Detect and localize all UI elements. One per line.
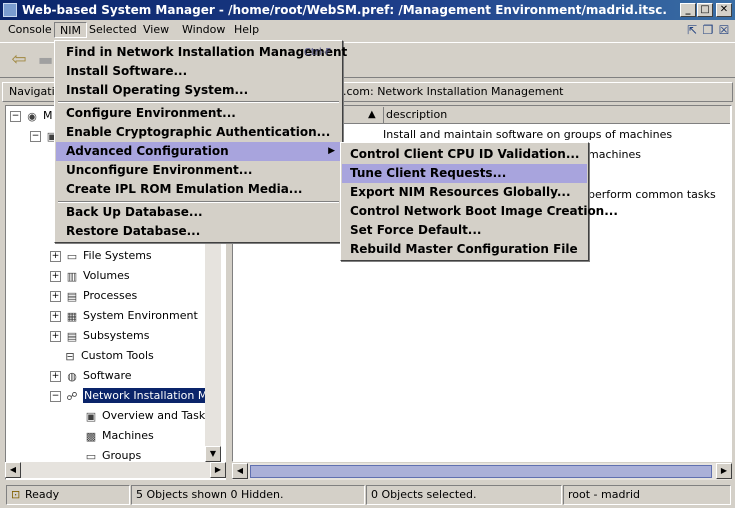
scroll-right-icon[interactable]: ▶ <box>210 462 226 478</box>
tree-item-network-installation-management[interactable]: −☍Network Installation Management <box>50 386 206 406</box>
menu-item-advanced-configuration[interactable]: Advanced Configuration ▶ <box>56 142 341 161</box>
submenu-item-control-network-boot-image-creation[interactable]: Control Network Boot Image Creation... <box>342 202 618 221</box>
toolbox-icon: ⊟ <box>65 349 75 363</box>
machines-icon: ▩ <box>85 429 97 443</box>
status-objects-shown: 5 Objects shown 0 Hidden. <box>131 485 365 505</box>
expand-toggle-icon[interactable]: + <box>50 270 61 282</box>
scroll-left-icon[interactable]: ◀ <box>232 463 248 479</box>
expand-toggle-icon[interactable]: + <box>50 330 61 342</box>
menu-item-unconfigure-environment[interactable]: Unconfigure Environment... <box>56 161 341 180</box>
restore-icon[interactable]: ❐ <box>700 22 716 38</box>
menu-bar: Console NIM Selected View Window Help <box>0 20 735 40</box>
folder-icon: ▭ <box>66 249 78 263</box>
submenu-item-export-nim-resources-globally[interactable]: Export NIM Resources Globally... <box>342 183 587 202</box>
system-environment-icon: ▦ <box>66 309 78 323</box>
maximize-button[interactable]: □ <box>697 3 713 17</box>
tree-item-groups[interactable]: ▭ Groups <box>84 446 141 462</box>
scroll-thumb[interactable] <box>250 465 712 478</box>
scroll-down-icon[interactable]: ▼ <box>205 446 221 462</box>
submenu-item-rebuild-master-configuration-file[interactable]: Rebuild Master Configuration File <box>342 240 587 259</box>
tree-item-system-environment[interactable]: + ▦ System Environment <box>50 306 198 326</box>
content-header: .com: Network Installation Management <box>340 82 733 102</box>
menu-selected[interactable]: Selected <box>84 22 142 38</box>
tree-item-software[interactable]: + ◍ Software <box>50 366 132 386</box>
menu-item-install-operating-system[interactable]: Install Operating System... <box>56 81 341 100</box>
expand-toggle-icon[interactable]: + <box>50 250 61 262</box>
submenu-item-set-force-default[interactable]: Set Force Default... <box>342 221 587 240</box>
menu-separator <box>58 101 339 103</box>
menu-item-restore-database[interactable]: Restore Database... <box>56 222 341 241</box>
management-environment-icon: ◉ <box>27 109 37 123</box>
app-icon <box>3 3 17 17</box>
network-icon: ☍ <box>66 389 78 403</box>
software-globe-icon: ◍ <box>67 369 77 383</box>
menu-item-install-software[interactable]: Install Software... <box>56 62 341 81</box>
tree-item-subsystems[interactable]: + ▤ Subsystems <box>50 326 149 346</box>
list-item[interactable]: machines <box>588 147 641 163</box>
status-objects-selected: 0 Objects selected. <box>366 485 562 505</box>
menu-item-configure-environment[interactable]: Configure Environment... <box>56 104 341 123</box>
sort-ascending-icon[interactable]: ▲ <box>368 108 380 122</box>
detach-icon[interactable]: ⇱ <box>684 22 700 38</box>
tree-horizontal-scrollbar[interactable]: ◀ ▶ <box>5 462 226 478</box>
tree-item-volumes[interactable]: + ▥ Volumes <box>50 266 130 286</box>
processes-icon: ▤ <box>66 289 78 303</box>
submenu-arrow-icon: ▶ <box>328 146 335 156</box>
subsystems-icon: ▤ <box>66 329 78 343</box>
menu-window[interactable]: Window <box>177 22 230 38</box>
window-title: Web-based System Manager - /home/root/We… <box>22 3 667 17</box>
close-pane-icon[interactable]: ☒ <box>716 22 732 38</box>
list-item[interactable]: Install and maintain software on groups … <box>383 127 672 143</box>
submenu-item-tune-client-requests[interactable]: Tune Client Requests... <box>342 164 587 183</box>
column-header-description[interactable]: description <box>383 107 723 123</box>
collapse-toggle-icon[interactable]: − <box>30 130 41 142</box>
volumes-icon: ▥ <box>66 269 78 283</box>
tree-item-custom-tools[interactable]: ⊟ Custom Tools <box>63 346 153 366</box>
collapse-toggle-icon[interactable]: − <box>50 390 61 402</box>
menu-nim[interactable]: NIM <box>54 22 87 38</box>
minimize-button[interactable]: _ <box>680 3 696 17</box>
menu-item-enable-cryptographic-authentication[interactable]: Enable Cryptographic Authentication... <box>56 123 341 142</box>
tree-item-overview-and-tasks[interactable]: ▣ Overview and Tasks <box>84 406 211 426</box>
lock-icon: ⊡ <box>11 488 21 501</box>
menu-item-create-ipl-rom-emulation-media[interactable]: Create IPL ROM Emulation Media... <box>56 180 341 199</box>
tree-item-file-systems[interactable]: + ▭ File Systems <box>50 246 152 266</box>
overview-icon: ▣ <box>85 409 97 423</box>
menu-view[interactable]: View <box>138 22 174 38</box>
folder-icon: ▭ <box>85 449 97 463</box>
title-bar: Web-based System Manager - /home/root/We… <box>0 0 735 20</box>
menu-item-find[interactable]: Find in Network Installation Management … <box>56 43 347 62</box>
tree-item-processes[interactable]: + ▤ Processes <box>50 286 137 306</box>
collapse-toggle-icon[interactable]: − <box>10 110 21 122</box>
menu-item-back-up-database[interactable]: Back Up Database... <box>56 203 341 222</box>
expand-toggle-icon[interactable]: + <box>50 370 61 382</box>
tree-item-machines[interactable]: ▩ Machines <box>84 426 154 446</box>
list-item[interactable]: perform common tasks <box>588 187 716 203</box>
expand-toggle-icon[interactable]: + <box>50 290 61 302</box>
close-button[interactable]: ✕ <box>716 3 732 17</box>
status-user-host: root - madrid <box>563 485 731 505</box>
submenu-item-control-client-cpu-id-validation[interactable]: Control Client CPU ID Validation... <box>342 145 587 164</box>
scroll-right-icon[interactable]: ▶ <box>716 463 732 479</box>
back-arrow-icon[interactable]: ⇦ <box>6 51 32 71</box>
expand-toggle-icon[interactable]: + <box>50 310 61 322</box>
menu-console[interactable]: Console <box>3 22 57 38</box>
menu-help[interactable]: Help <box>229 22 264 38</box>
scroll-left-icon[interactable]: ◀ <box>5 462 21 478</box>
status-ready: ⊡ Ready <box>6 485 130 505</box>
